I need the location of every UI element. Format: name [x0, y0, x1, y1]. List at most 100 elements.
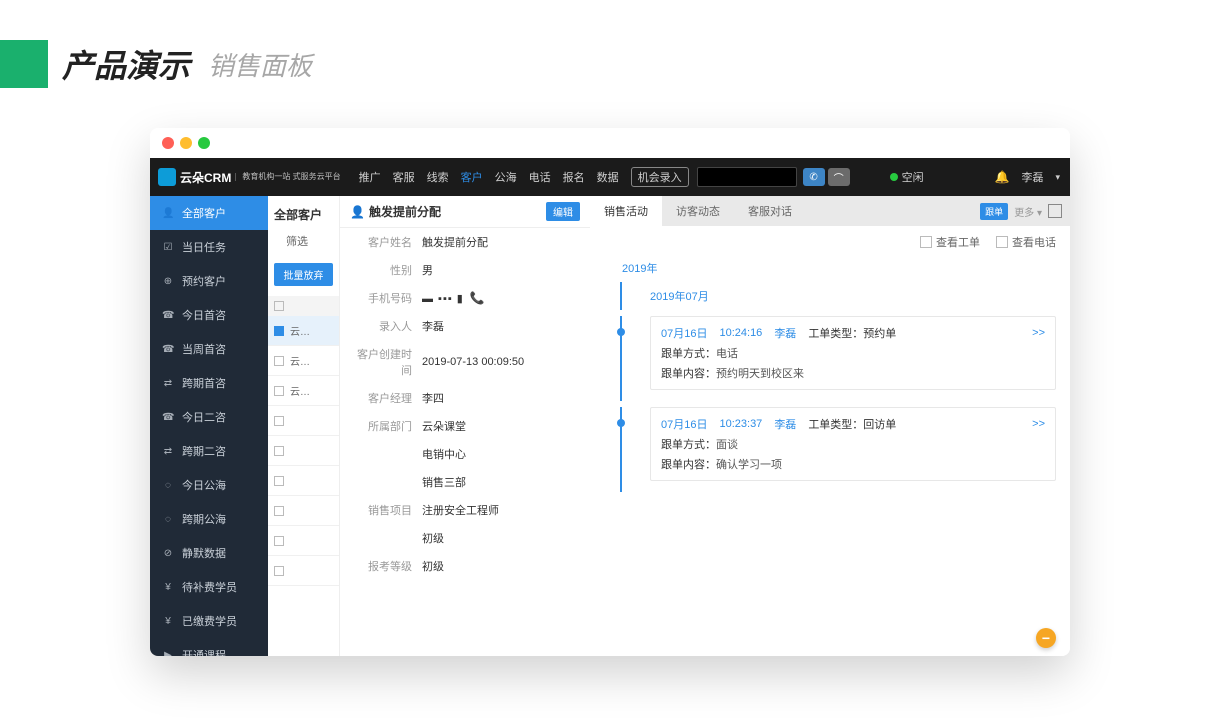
- phone-icon[interactable]: 📞: [470, 291, 485, 305]
- sidebar-item-label: 跨期首咨: [182, 375, 226, 391]
- sidebar-item[interactable]: ⇄跨期二咨: [150, 434, 268, 468]
- detail-label: [350, 474, 422, 490]
- row-checkbox[interactable]: [274, 506, 284, 516]
- row-checkbox[interactable]: [274, 386, 284, 396]
- chevron-down-icon[interactable]: ▾: [1055, 172, 1060, 183]
- row-checkbox[interactable]: [274, 446, 284, 456]
- call-button[interactable]: ✆: [803, 168, 825, 186]
- detail-label: [350, 530, 422, 546]
- opportunity-entry-button[interactable]: 机会录入: [631, 167, 689, 187]
- sidebar-item[interactable]: ⊘静默数据: [150, 536, 268, 570]
- sidebar-item[interactable]: ☎当周首咨: [150, 332, 268, 366]
- entry-type: 工单类型：预约单: [808, 325, 896, 341]
- sidebar-item[interactable]: 👤全部客户: [150, 196, 268, 230]
- sidebar-item-label: 待补费学员: [182, 579, 237, 595]
- nav-item[interactable]: 报名: [563, 169, 585, 185]
- sidebar-item[interactable]: ☎今日二咨: [150, 400, 268, 434]
- sidebar-item[interactable]: ¥已缴费学员: [150, 604, 268, 638]
- detail-label: 性别: [350, 262, 422, 278]
- activity-tab[interactable]: 销售活动: [590, 196, 662, 226]
- list-item[interactable]: [268, 496, 339, 526]
- sidebar-item[interactable]: ▶开通课程: [150, 638, 268, 656]
- list-item[interactable]: [268, 526, 339, 556]
- followup-tag[interactable]: 跟单: [980, 203, 1008, 220]
- more-dropdown[interactable]: 更多 ▾: [1014, 204, 1042, 219]
- sidebar-item-label: 当日任务: [182, 239, 226, 255]
- sidebar-item-label: 今日首咨: [182, 307, 226, 323]
- activity-tab[interactable]: 访客动态: [662, 196, 734, 226]
- nav-item[interactable]: 电话: [529, 169, 551, 185]
- nav-item[interactable]: 公海: [495, 169, 517, 185]
- entry-type: 工单类型：回访单: [808, 416, 896, 432]
- row-text: 云…: [290, 383, 310, 398]
- row-checkbox[interactable]: [274, 326, 284, 336]
- filter-checkbox[interactable]: 查看工单: [920, 234, 980, 250]
- nav-item[interactable]: 客服: [393, 169, 415, 185]
- window-minimize-icon[interactable]: [180, 137, 192, 149]
- sidebar-item-icon: ▶: [162, 650, 174, 657]
- entry-more-link[interactable]: >>: [1032, 418, 1045, 430]
- checkbox-icon: [996, 236, 1008, 248]
- filter-label: 查看工单: [936, 234, 980, 250]
- filter-label: 查看电话: [1012, 234, 1056, 250]
- select-all-checkbox[interactable]: [274, 301, 284, 311]
- nav-item[interactable]: 线索: [427, 169, 449, 185]
- row-checkbox[interactable]: [274, 476, 284, 486]
- detail-field: 手机号码▬ ▪▪▪ ▮📞: [340, 284, 590, 312]
- expand-icon[interactable]: [1048, 204, 1062, 218]
- page-header: 产品演示 销售面板: [0, 0, 1210, 108]
- hangup-button[interactable]: ⌒: [828, 168, 850, 186]
- edit-button[interactable]: 编辑: [546, 202, 580, 221]
- logo[interactable]: 云朵CRM 教育机构一站 式服务云平台: [150, 168, 349, 186]
- sidebar-item[interactable]: ◌今日公海: [150, 468, 268, 502]
- filter-checkbox[interactable]: 查看电话: [996, 234, 1056, 250]
- user-menu[interactable]: 李磊: [1021, 169, 1043, 185]
- activity-card[interactable]: 07月16日10:23:37李磊工单类型：回访单>>跟单方式：面谈跟单内容：确认…: [650, 407, 1056, 481]
- bell-icon[interactable]: 🔔: [995, 170, 1010, 184]
- activity-tab[interactable]: 客服对话: [734, 196, 806, 226]
- sidebar-item-icon: ¥: [162, 582, 174, 593]
- activity-card[interactable]: 07月16日10:24:16李磊工单类型：预约单>>跟单方式：电话跟单内容：预约…: [650, 316, 1056, 390]
- detail-field: 客户创建时间2019-07-13 00:09:50: [340, 340, 590, 384]
- status-text: 空闲: [902, 169, 924, 185]
- list-item[interactable]: [268, 436, 339, 466]
- mac-titlebar: [150, 128, 1070, 158]
- row-checkbox[interactable]: [274, 566, 284, 576]
- sidebar-item[interactable]: ⇄跨期首咨: [150, 366, 268, 400]
- timeline-month: 2019年07月: [620, 282, 1056, 310]
- list-item[interactable]: 云…: [268, 316, 339, 346]
- search-input[interactable]: [697, 167, 797, 187]
- list-item[interactable]: [268, 466, 339, 496]
- sidebar-item[interactable]: ¥ 待补费学员: [150, 570, 268, 604]
- sidebar-item[interactable]: ◌跨期公海: [150, 502, 268, 536]
- detail-label: 销售项目: [350, 502, 422, 518]
- nav-item[interactable]: 客户: [461, 169, 483, 185]
- list-item[interactable]: [268, 556, 339, 586]
- collapse-fab-button[interactable]: −: [1036, 628, 1056, 648]
- entry-more-link[interactable]: >>: [1032, 327, 1045, 339]
- detail-value: 李四: [422, 390, 580, 406]
- nav-item[interactable]: 数据: [597, 169, 619, 185]
- row-checkbox[interactable]: [274, 536, 284, 546]
- row-checkbox[interactable]: [274, 356, 284, 366]
- list-item[interactable]: 云…: [268, 376, 339, 406]
- timeline-segment: 07月16日10:24:16李磊工单类型：预约单>>跟单方式：电话跟单内容：预约…: [620, 316, 1056, 401]
- list-filter-label[interactable]: 筛选: [268, 229, 339, 259]
- window-zoom-icon[interactable]: [198, 137, 210, 149]
- batch-abandon-button[interactable]: 批量放弃: [274, 263, 333, 286]
- activity-tabs: 销售活动访客动态客服对话 跟单 更多 ▾: [590, 196, 1070, 226]
- window-close-icon[interactable]: [162, 137, 174, 149]
- sidebar-item-icon: ⇄: [162, 446, 174, 457]
- sidebar-item[interactable]: ☎今日首咨: [150, 298, 268, 332]
- sidebar-item[interactable]: ☑当日任务: [150, 230, 268, 264]
- list-item[interactable]: 云…: [268, 346, 339, 376]
- sidebar-item[interactable]: ⊕预约客户: [150, 264, 268, 298]
- detail-field: 电销中心: [340, 440, 590, 468]
- card-line: 跟单方式：电话: [661, 341, 1045, 361]
- list-item[interactable]: [268, 406, 339, 436]
- call-controls: ✆ ⌒: [803, 168, 850, 186]
- row-checkbox[interactable]: [274, 416, 284, 426]
- activity-timeline: 2019年 2019年07月 07月16日10:24:16李磊工单类型：预约单>…: [590, 258, 1070, 492]
- topbar: 云朵CRM 教育机构一站 式服务云平台 推广客服线索客户公海电话报名数据 机会录…: [150, 158, 1070, 196]
- nav-item[interactable]: 推广: [359, 169, 381, 185]
